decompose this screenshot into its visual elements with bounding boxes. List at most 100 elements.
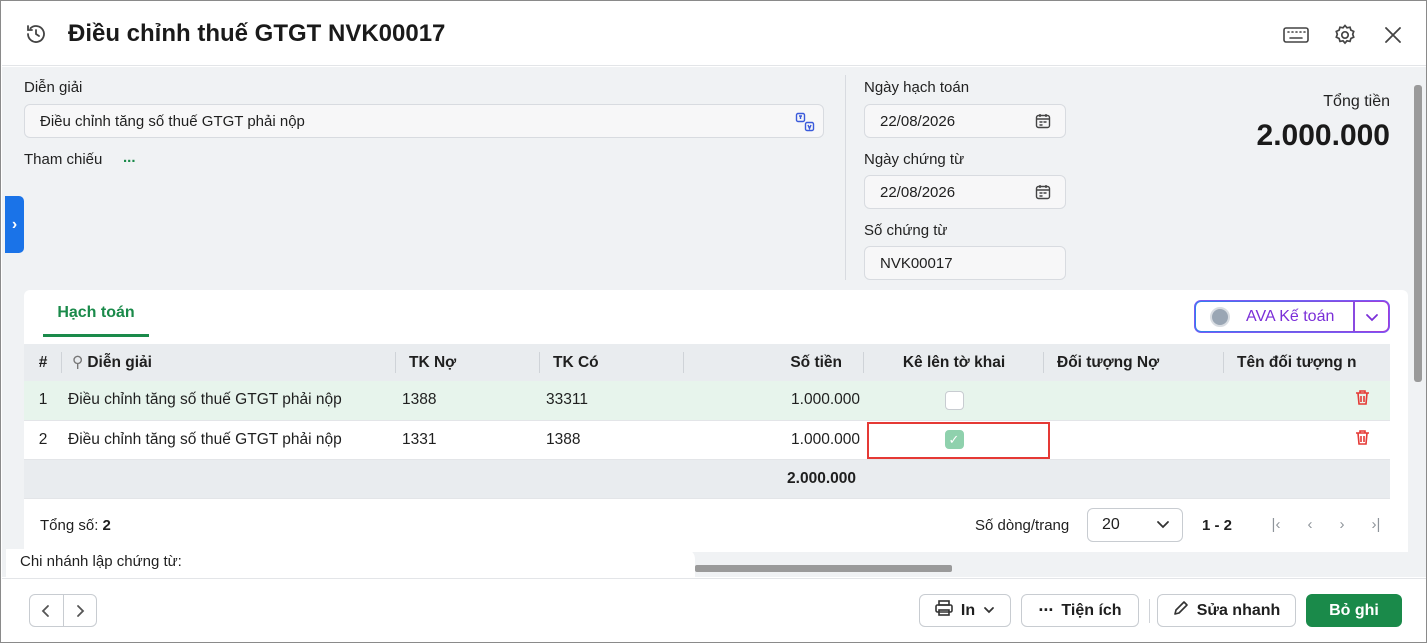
pin-icon[interactable]: ⚲ <box>72 354 83 371</box>
ngay-hach-toan-label: Ngày hạch toán <box>864 79 970 96</box>
col-tk-co[interactable]: TK Có <box>540 344 684 381</box>
vertical-scrollbar[interactable] <box>1414 85 1422 382</box>
calendar-icon[interactable] <box>1035 113 1051 133</box>
cell-ke-len-to-khai <box>864 381 1044 421</box>
table-row[interactable]: 2 Điều chỉnh tăng số thuế GTGT phải nộp … <box>24 420 1390 460</box>
next-page-icon[interactable]: › <box>1332 514 1352 534</box>
table-sum-row: 2.000.000 <box>24 459 1390 499</box>
highlight-box <box>867 422 1050 459</box>
quick-edit-label: Sửa nhanh <box>1196 601 1281 619</box>
col-dien-giai-label: Diễn giải <box>87 354 152 371</box>
next-record-button[interactable] <box>64 595 97 626</box>
ava-avatar <box>1210 306 1230 327</box>
printer-icon <box>935 600 953 621</box>
cell-actions <box>1224 381 1390 421</box>
expand-sidebar-button[interactable]: › <box>5 196 24 253</box>
keyboard-icon[interactable] <box>1283 22 1309 48</box>
cell-index: 2 <box>24 420 62 460</box>
so-chung-tu-value: NVK00017 <box>880 254 953 272</box>
print-label: In <box>960 601 976 619</box>
trash-icon[interactable] <box>1355 390 1370 410</box>
chevron-down-icon[interactable] <box>1355 301 1389 332</box>
rows-per-page-select[interactable]: 20 <box>1087 508 1183 542</box>
ava-label: AVA Kế toán <box>1246 307 1335 325</box>
prev-record-button[interactable] <box>30 595 64 626</box>
first-page-icon[interactable]: |‹ <box>1266 514 1286 534</box>
dialog-footer: In ··· Tiện ích Sửa nhanh Bỏ ghi <box>2 578 1426 642</box>
record-nav <box>29 594 97 627</box>
col-index: # <box>24 344 62 381</box>
cell-index: 1 <box>24 381 62 421</box>
dialog-header: Điều chỉnh thuế GTGT NVK00017 <box>2 2 1426 66</box>
ngay-chung-tu-input[interactable]: 22/08/2026 <box>864 175 1066 209</box>
tab-hach-toan[interactable]: Hạch toán <box>43 304 149 337</box>
accounting-panel: Hạch toán AVA Kế toán # ⚲ Diễn giải TK N… <box>24 290 1408 552</box>
utility-label: Tiện ích <box>1061 601 1122 619</box>
col-ke-len-to-khai[interactable]: Kê lên tờ khai <box>864 344 1044 381</box>
ngay-hach-toan-input[interactable]: 22/08/2026 <box>864 104 1066 138</box>
tham-chieu-link[interactable]: ... <box>123 149 136 166</box>
tong-tien-label: Tổng tiền <box>1323 93 1390 110</box>
ngay-chung-tu-value: 22/08/2026 <box>880 183 956 201</box>
so-chung-tu-label: Số chứng từ <box>864 222 948 239</box>
branch-label: Chi nhánh lập chứng từ: <box>6 549 695 577</box>
horizontal-scrollbar[interactable] <box>695 565 952 572</box>
ava-ke-toan-button[interactable]: AVA Kế toán <box>1194 300 1390 333</box>
tab-hach-toan-label: Hạch toán <box>57 304 135 321</box>
cell-tk-co[interactable]: 1388 <box>540 420 684 460</box>
col-dien-giai[interactable]: ⚲ Diễn giải <box>62 344 396 381</box>
more-icon: ··· <box>1038 600 1054 620</box>
accounting-table: # ⚲ Diễn giải TK Nợ TK Có Số tiền Kê lên … <box>24 344 1390 499</box>
gear-icon[interactable] <box>1332 22 1358 48</box>
dialog-window: Điều chỉnh thuế GTGT NVK00017 Diễn giải … <box>0 0 1427 643</box>
chevron-down-icon <box>1156 517 1170 536</box>
table-row[interactable]: 1 Điều chỉnh tăng số thuế GTGT phải nộp … <box>24 381 1390 421</box>
cell-dien-giai[interactable]: Điều chỉnh tăng số thuế GTGT phải nộp <box>62 381 396 421</box>
prev-page-icon[interactable]: ‹ <box>1300 514 1320 534</box>
col-ten-doi-tuong[interactable]: Tên đối tượng n <box>1224 344 1390 381</box>
rows-per-page-label: Số dòng/trang <box>975 517 1070 534</box>
last-page-icon[interactable]: ›| <box>1366 514 1386 534</box>
bo-ghi-button[interactable]: Bỏ ghi <box>1306 594 1402 627</box>
tham-chieu-label: Tham chiếu <box>24 151 103 168</box>
sum-so-tien: 2.000.000 <box>684 459 864 499</box>
close-icon[interactable] <box>1380 22 1406 48</box>
trash-icon[interactable] <box>1355 429 1370 450</box>
dien-giai-value: Điều chỉnh tăng số thuế GTGT phải nộp <box>40 112 305 130</box>
cell-tk-no[interactable]: 1331 <box>396 420 540 460</box>
total-count: Tổng số: 2 <box>40 517 111 534</box>
dien-giai-input[interactable]: Điều chỉnh tăng số thuế GTGT phải nộp <box>24 104 824 138</box>
table-header-row: # ⚲ Diễn giải TK Nợ TK Có Số tiền Kê lên … <box>24 344 1390 381</box>
vertical-divider <box>845 75 846 280</box>
checkbox[interactable] <box>944 390 964 410</box>
cell-dien-giai[interactable]: Điều chỉnh tăng số thuế GTGT phải nộp <box>62 420 396 460</box>
ngay-chung-tu-label: Ngày chứng từ <box>864 151 965 168</box>
total-count-label: Tổng số: <box>40 517 99 534</box>
quick-edit-button[interactable]: Sửa nhanh <box>1157 594 1296 627</box>
col-so-tien[interactable]: Số tiền <box>684 344 864 381</box>
dien-giai-label: Diễn giải <box>24 79 83 96</box>
history-icon[interactable] <box>24 22 48 46</box>
print-button[interactable]: In <box>919 594 1011 627</box>
rows-per-page-value: 20 <box>1102 516 1120 533</box>
cell-so-tien[interactable]: 1.000.000 <box>684 381 864 421</box>
footer-divider <box>1149 599 1150 623</box>
col-tk-no[interactable]: TK Nợ <box>396 344 540 381</box>
col-doi-tuong-no[interactable]: Đối tượng Nợ <box>1044 344 1224 381</box>
page-range: 1 - 2 <box>1202 517 1233 534</box>
pencil-icon <box>1173 600 1189 621</box>
cell-tk-no[interactable]: 1388 <box>396 381 540 421</box>
page-title: Điều chỉnh thuế GTGT NVK00017 <box>68 20 446 47</box>
calendar-icon[interactable] <box>1035 184 1051 204</box>
translate-icon[interactable] <box>795 112 815 136</box>
cell-doi-tuong-no[interactable] <box>1044 381 1224 421</box>
form-body: Diễn giải Điều chỉnh tăng số thuế GTGT p… <box>2 67 1426 577</box>
total-count-value: 2 <box>102 517 111 534</box>
cell-tk-co[interactable]: 33311 <box>540 381 684 421</box>
utility-button[interactable]: ··· Tiện ích <box>1021 594 1139 627</box>
chevron-down-icon <box>983 602 995 620</box>
ngay-hach-toan-value: 22/08/2026 <box>880 112 956 130</box>
cell-doi-tuong-no[interactable] <box>1044 420 1224 460</box>
cell-so-tien[interactable]: 1.000.000 <box>684 420 864 460</box>
so-chung-tu-input[interactable]: NVK00017 <box>864 246 1066 280</box>
